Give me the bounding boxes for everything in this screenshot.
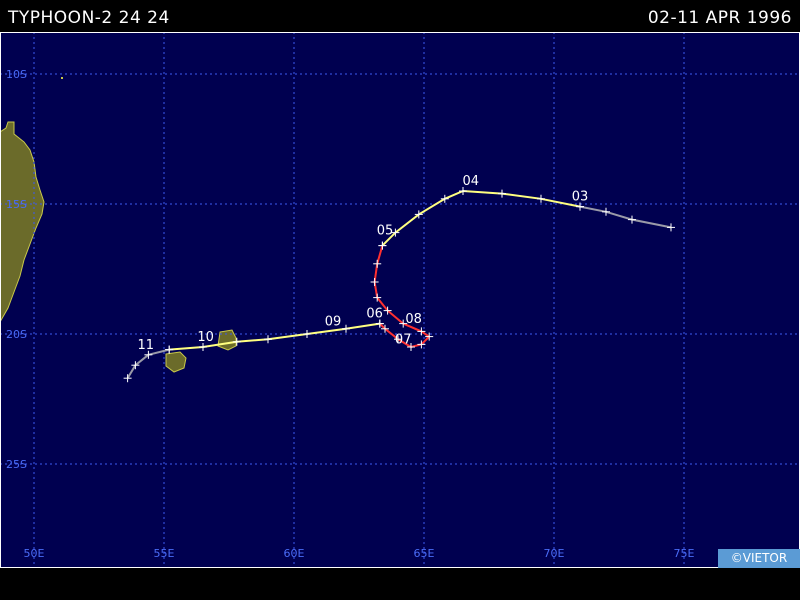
- lon-label: 50E: [24, 547, 45, 560]
- day-label-10: 10: [197, 330, 214, 345]
- mauritius-island: [217, 329, 237, 351]
- day-label-03: 03: [572, 190, 589, 205]
- day-label-05: 05: [377, 223, 394, 238]
- day-label-09: 09: [325, 314, 342, 329]
- header-bar: TYPHOON-2 24 24 02-11 APR 1996: [0, 0, 800, 32]
- credit-badge: ©VIETOR: [718, 549, 800, 568]
- lat-label: 25S: [6, 458, 27, 471]
- lon-label: 60E: [284, 547, 305, 560]
- track-map: 50E 55E 60E 65E 70E 75E 10S 15S 20S 25S 03 04 05 06 0…: [0, 32, 800, 568]
- lon-label: 65E: [414, 547, 435, 560]
- day-label-04: 04: [463, 174, 480, 189]
- lat-label: 20S: [6, 328, 27, 341]
- day-label-08: 08: [405, 312, 422, 327]
- lon-label: 70E: [544, 547, 565, 560]
- day-label-11: 11: [138, 338, 155, 353]
- ocean-background: [0, 32, 800, 568]
- islet: [61, 77, 63, 79]
- date-range: 02-11 APR 1996: [647, 8, 792, 28]
- storm-title: TYPHOON-2 24 24: [8, 8, 170, 28]
- lon-label: 55E: [154, 547, 175, 560]
- footer-bar: [0, 568, 800, 600]
- lat-label: 10S: [6, 68, 27, 81]
- day-label-06: 06: [366, 307, 383, 322]
- lat-label: 15S: [6, 198, 27, 211]
- day-label-07: 07: [395, 333, 412, 348]
- lon-label: 75E: [674, 547, 695, 560]
